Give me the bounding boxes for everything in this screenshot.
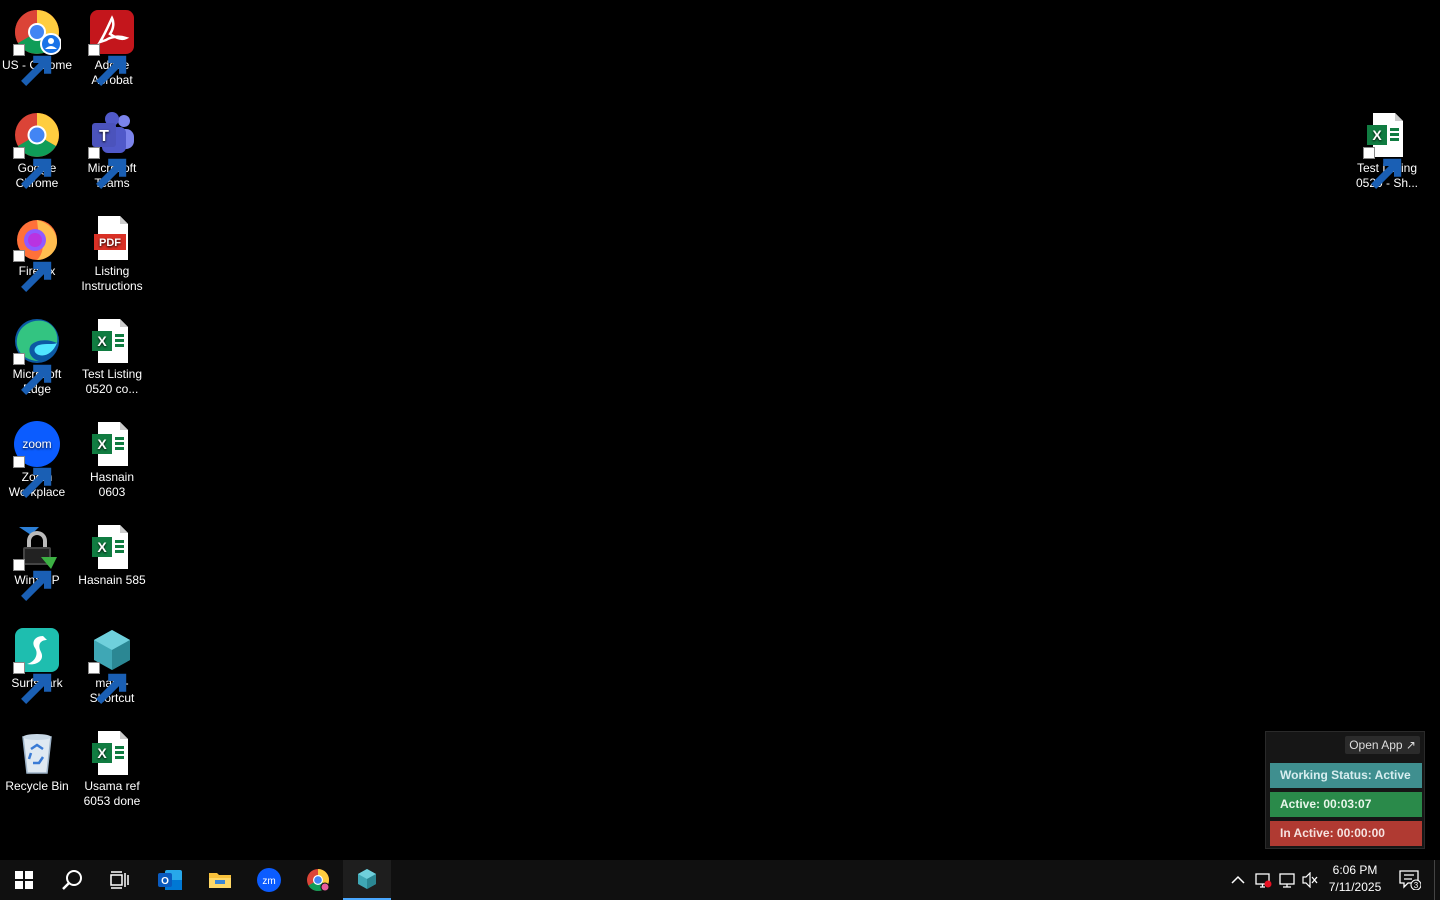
desktop-icon-google-chrome[interactable]: Google Chrome	[0, 111, 74, 191]
desktop-icon-hasnain-0603[interactable]: X Hasnain 0603	[75, 420, 149, 500]
excel-icon: X	[88, 317, 136, 365]
excel-letter: X	[97, 539, 107, 555]
desktop-icon-label: Usama ref 6053 done	[83, 779, 141, 808]
clock-date: 7/11/2025	[1328, 880, 1382, 894]
tray-network-button[interactable]	[1276, 860, 1298, 900]
desktop-icon-hasnain-585[interactable]: X Hasnain 585	[75, 523, 149, 588]
open-app-button[interactable]: Open App ↗	[1345, 736, 1420, 754]
inactive-time-bar: In Active: 00:00:00	[1270, 821, 1422, 846]
shortcut-arrow-icon	[13, 559, 52, 601]
chrome-icon	[307, 869, 330, 892]
outlook-icon: O	[158, 870, 182, 890]
shortcut-arrow-icon	[13, 353, 52, 395]
edge-icon	[13, 317, 61, 395]
outlook-letter: O	[161, 876, 169, 887]
desktop-icon-listing-instructions[interactable]: PDF Listing Instructions	[75, 214, 149, 294]
search-button[interactable]	[48, 860, 96, 900]
task-view-icon	[110, 871, 129, 889]
desktop-icon-usama-ref-6053-done[interactable]: X Usama ref 6053 done	[75, 729, 149, 809]
desktop-icon-label: Listing Instructions	[81, 264, 143, 293]
excel-letter: X	[97, 436, 107, 452]
zoom-icon: zm	[257, 868, 281, 892]
desktop-icon-recycle-bin[interactable]: Recycle Bin	[0, 729, 74, 794]
chrome-profile-icon	[13, 8, 61, 86]
teams-icon: T	[88, 111, 136, 189]
tray-volume-button[interactable]	[1299, 860, 1321, 900]
desktop-icon-label: Test Listing 0520 co...	[81, 367, 143, 396]
desktop-icon-label: Hasnain 0603	[89, 470, 135, 499]
show-desktop-button[interactable]	[1434, 860, 1440, 900]
start-button[interactable]	[0, 860, 48, 900]
teams-letter: T	[99, 128, 109, 145]
firefox-icon	[13, 214, 61, 292]
excel-letter: X	[97, 333, 107, 349]
desktop-icon-winscp[interactable]: WinSCP	[0, 523, 74, 601]
pdf-icon: PDF	[88, 214, 136, 262]
excel-icon: X	[88, 729, 136, 777]
desktop-icon-label: Recycle Bin	[5, 779, 69, 793]
search-icon	[62, 870, 82, 890]
surfshark-icon	[13, 626, 61, 704]
app-diamond-icon	[88, 626, 136, 704]
chrome-icon	[13, 111, 61, 189]
taskbar-clock[interactable]: 6:06 PM 7/11/2025	[1322, 862, 1388, 896]
recycle-bin-icon	[13, 729, 61, 777]
winscp-icon	[13, 523, 61, 601]
zoom-logo-text: zoom	[22, 437, 51, 451]
shortcut-arrow-icon	[13, 662, 52, 704]
shortcut-arrow-icon	[1363, 147, 1402, 189]
volume-muted-icon	[1302, 872, 1318, 888]
shortcut-arrow-icon	[13, 147, 52, 189]
desktop-icon-firefox[interactable]: Firefox	[0, 214, 74, 292]
excel-letter: X	[97, 745, 107, 761]
excel-letter: X	[1372, 127, 1382, 143]
action-center-button[interactable]: 3	[1394, 860, 1426, 900]
taskbar-main-app[interactable]	[343, 860, 391, 900]
time-tracker-widget: Open App ↗ Working Status: Active Active…	[1265, 731, 1425, 849]
show-hidden-icons-button[interactable]	[1228, 860, 1248, 900]
app-diamond-icon	[358, 869, 376, 889]
chevron-up-icon	[1231, 875, 1245, 884]
excel-icon: X	[88, 420, 136, 468]
desktop-icon-microsoft-teams[interactable]: T Microsoft Teams	[75, 111, 149, 191]
start-icon	[15, 871, 33, 889]
taskbar-zoom[interactable]: zm	[245, 860, 293, 900]
shortcut-arrow-icon	[88, 44, 127, 86]
taskbar-chrome[interactable]	[294, 860, 342, 900]
network-icon	[1279, 873, 1295, 888]
shortcut-arrow-icon	[13, 250, 52, 292]
zoom-taskbar-text: zm	[262, 876, 275, 887]
defender-alert-icon	[1255, 873, 1272, 888]
desktop-icon-adobe-acrobat[interactable]: Adobe Acrobat	[75, 8, 149, 88]
shortcut-arrow-icon	[88, 662, 127, 704]
shortcut-arrow-icon	[13, 456, 52, 498]
desktop-icon-label: Hasnain 585	[78, 573, 146, 587]
excel-icon: X	[88, 523, 136, 571]
clock-time: 6:06 PM	[1332, 863, 1378, 877]
shortcut-arrow-icon	[88, 147, 127, 189]
taskbar-file-explorer[interactable]	[196, 860, 244, 900]
excel-icon: X	[1363, 111, 1411, 189]
desktop-icon-zoom-workplace[interactable]: zoom Zoom Workplace	[0, 420, 74, 500]
shortcut-arrow-icon	[13, 44, 52, 86]
active-time-bar: Active: 00:03:07	[1270, 792, 1422, 817]
desktop-icon-main-shortcut[interactable]: main - Shortcut	[75, 626, 149, 706]
tray-security-button[interactable]	[1252, 860, 1274, 900]
working-status-bar: Working Status: Active	[1270, 763, 1422, 788]
file-explorer-icon	[209, 873, 231, 888]
acrobat-icon	[88, 8, 136, 86]
task-view-button[interactable]	[96, 860, 144, 900]
desktop-icon-surfshark[interactable]: Surfshark	[0, 626, 74, 704]
desktop-icon-us-chrome[interactable]: US - Chrome	[0, 8, 74, 86]
taskbar-outlook[interactable]: O	[146, 860, 194, 900]
notification-count: 3	[1414, 881, 1419, 890]
desktop-icon-test-listing-0520-sh[interactable]: X Test Listing 0520 - Sh...	[1350, 111, 1424, 191]
pdf-badge: PDF	[99, 237, 121, 249]
taskbar: O zm 6:06 PM 7/11/2025 3	[0, 860, 1440, 900]
zoom-icon: zoom	[13, 420, 61, 498]
desktop-icon-microsoft-edge[interactable]: Microsoft Edge	[0, 317, 74, 397]
notification-icon: 3	[1399, 870, 1421, 890]
desktop-icon-test-listing-0520-co[interactable]: X Test Listing 0520 co...	[75, 317, 149, 397]
